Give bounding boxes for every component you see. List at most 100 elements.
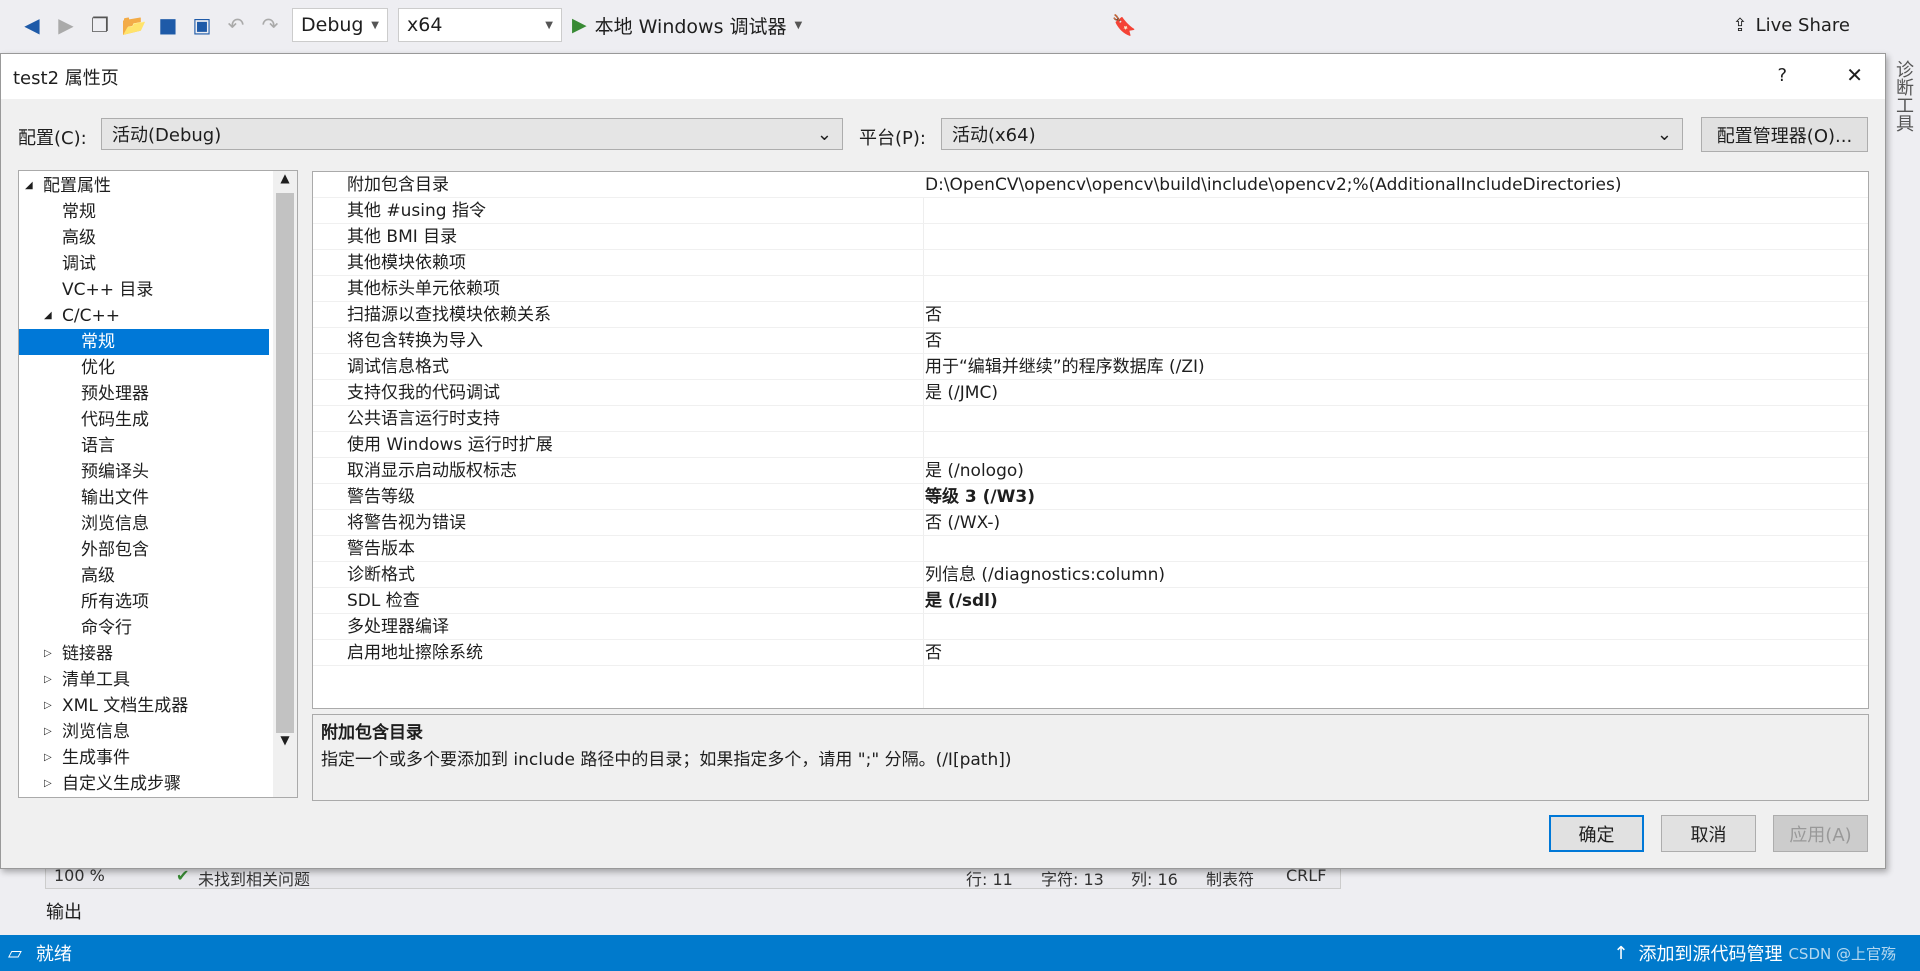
tree-item[interactable]: ▷ 生成事件 [19, 745, 269, 771]
expander-icon[interactable]: ◢ [44, 303, 52, 329]
tree-item[interactable]: 语言 [19, 433, 269, 459]
property-row[interactable]: 警告版本 [313, 536, 1868, 562]
undo-icon[interactable]: ↶ [224, 13, 248, 37]
property-value[interactable]: 否 [925, 328, 942, 354]
tree-item-label: 生成事件 [62, 748, 130, 768]
window-icon: ▱ [8, 942, 22, 964]
property-name: SDL 检查 [347, 591, 420, 611]
property-row[interactable]: 将包含转换为导入 否 [313, 328, 1868, 354]
property-row[interactable]: 其他模块依赖项 [313, 250, 1868, 276]
expander-icon[interactable]: ▷ [44, 771, 52, 797]
property-value[interactable]: 否 [925, 302, 942, 328]
source-control-button[interactable]: 添加到源代码管理 [1638, 940, 1782, 966]
property-value[interactable]: 是 (/nologo) [925, 458, 1024, 484]
property-row[interactable]: 取消显示启动版权标志 是 (/nologo) [313, 458, 1868, 484]
chevron-down-icon[interactable]: ▼ [273, 733, 297, 747]
config-manager-button[interactable]: 配置管理器(O)... [1701, 117, 1868, 152]
platform-select[interactable]: 活动(x64) ⌄ [941, 118, 1683, 150]
chevron-down-icon: ▼ [794, 19, 803, 31]
property-row[interactable]: 警告等级 等级 3 (/W3) [313, 484, 1868, 510]
property-value[interactable]: 等级 3 (/W3) [925, 484, 1035, 510]
property-row[interactable]: 其他标头单元依赖项 [313, 276, 1868, 302]
property-value[interactable]: 否 (/WX-) [925, 510, 1000, 536]
back-icon[interactable]: ◀ [20, 13, 44, 37]
expander-icon[interactable]: ▷ [44, 693, 52, 719]
ok-button[interactable]: 确定 [1549, 815, 1644, 852]
forward-icon[interactable]: ▶ [54, 13, 78, 37]
help-button[interactable]: ? [1777, 65, 1787, 86]
property-row[interactable]: SDL 检查 是 (/sdl) [313, 588, 1868, 614]
tree-item[interactable]: 常规 [19, 329, 269, 355]
property-row[interactable]: 附加包含目录 D:\OpenCV\opencv\opencv\build\incl… [313, 172, 1868, 198]
tree-item[interactable]: 外部包含 [19, 537, 269, 563]
main-toolbar: ◀ ▶ ❐ 📂 ■ ▣ ↶ ↷ Debug ▼ x64 ▼ ▶ 本地 Windows … [0, 0, 1920, 50]
save-all-icon[interactable]: ▣ [190, 13, 214, 37]
tree-item[interactable]: 代码生成 [19, 407, 269, 433]
tree-item[interactable]: 预处理器 [19, 381, 269, 407]
property-row[interactable]: 多处理器编译 [313, 614, 1868, 640]
save-icon[interactable]: ■ [156, 13, 180, 37]
live-share-button[interactable]: ⇪ Live Share [1732, 15, 1850, 36]
property-row[interactable]: 支持仅我的代码调试 是 (/JMC) [313, 380, 1868, 406]
property-value[interactable]: 是 (/JMC) [925, 380, 998, 406]
property-row[interactable]: 其他 #using 指令 [313, 198, 1868, 224]
property-row[interactable]: 扫描源以查找模块依赖关系 否 [313, 302, 1868, 328]
property-row[interactable]: 将警告视为错误 否 (/WX-) [313, 510, 1868, 536]
tree-item[interactable]: ◢ 配置属性 [19, 173, 269, 199]
property-name: 其他标头单元依赖项 [347, 279, 500, 299]
bookmark-icon[interactable]: 🔖 [1112, 13, 1137, 37]
property-value[interactable]: 是 (/sdl) [925, 588, 998, 614]
config-select-value: 活动(Debug) [112, 125, 222, 146]
property-row[interactable]: 启用地址擦除系统 否 [313, 640, 1868, 666]
tree-item[interactable]: 输出文件 [19, 485, 269, 511]
tree-item[interactable]: 高级 [19, 225, 269, 251]
property-name: 诊断格式 [347, 565, 415, 585]
tree-item[interactable]: ◢ C/C++ [19, 303, 269, 329]
redo-icon[interactable]: ↷ [258, 13, 282, 37]
property-value[interactable]: 用于“编辑并继续”的程序数据库 (/ZI) [925, 354, 1205, 380]
property-row[interactable]: 其他 BMI 目录 [313, 224, 1868, 250]
tree-item[interactable]: 常规 [19, 199, 269, 225]
property-value[interactable]: D:\OpenCV\opencv\opencv\build\include\op… [925, 172, 1622, 198]
tree-item[interactable]: 所有选项 [19, 589, 269, 615]
run-debugger-button[interactable]: ▶ 本地 Windows 调试器 ▼ [572, 12, 802, 39]
expander-icon[interactable]: ▷ [44, 719, 52, 745]
property-row[interactable]: 诊断格式 列信息 (/diagnostics:column) [313, 562, 1868, 588]
config-select[interactable]: 活动(Debug) ⌄ [101, 118, 843, 150]
expander-icon[interactable]: ▷ [44, 641, 52, 667]
open-icon[interactable]: 📂 [122, 13, 147, 37]
tree-item[interactable]: 优化 [19, 355, 269, 381]
close-button[interactable]: ✕ [1846, 63, 1863, 87]
platform-dropdown[interactable]: x64 ▼ [398, 8, 562, 42]
tree-scrollbar[interactable]: ▲ ▼ [273, 171, 297, 797]
config-dropdown[interactable]: Debug ▼ [292, 8, 388, 42]
tree-item[interactable]: 调试 [19, 251, 269, 277]
tree-item[interactable]: ▷ 浏览信息 [19, 719, 269, 745]
tree-item[interactable]: ▷ 自定义生成步骤 [19, 771, 269, 797]
play-icon: ▶ [572, 14, 587, 36]
diagnostics-tab[interactable]: 诊断工具 [1890, 60, 1916, 132]
property-row[interactable]: 使用 Windows 运行时扩展 [313, 432, 1868, 458]
new-project-icon[interactable]: ❐ [88, 13, 112, 37]
tree-item[interactable]: VC++ 目录 [19, 277, 269, 303]
property-value[interactable]: 否 [925, 640, 942, 666]
expander-icon[interactable]: ▷ [44, 745, 52, 771]
tree-item[interactable]: ▷ 链接器 [19, 641, 269, 667]
property-value[interactable]: 列信息 (/diagnostics:column) [925, 562, 1165, 588]
property-row[interactable]: 公共语言运行时支持 [313, 406, 1868, 432]
tree-item-label: 高级 [81, 566, 115, 586]
tree-item[interactable]: 高级 [19, 563, 269, 589]
expander-icon[interactable]: ◢ [25, 173, 33, 199]
tree-item[interactable]: ▷ XML 文档生成器 [19, 693, 269, 719]
scrollbar-thumb[interactable] [276, 193, 294, 733]
cancel-button[interactable]: 取消 [1661, 815, 1756, 852]
tree-item[interactable]: ▷ 清单工具 [19, 667, 269, 693]
apply-button[interactable]: 应用(A) [1773, 815, 1868, 852]
tree-item[interactable]: 浏览信息 [19, 511, 269, 537]
expander-icon[interactable]: ▷ [44, 667, 52, 693]
tree-item[interactable]: 命令行 [19, 615, 269, 641]
chevron-up-icon[interactable]: ▲ [273, 171, 297, 193]
tree-item[interactable]: 预编译头 [19, 459, 269, 485]
property-row[interactable]: 调试信息格式 用于“编辑并继续”的程序数据库 (/ZI) [313, 354, 1868, 380]
output-panel-title[interactable]: 输出 [46, 898, 82, 924]
